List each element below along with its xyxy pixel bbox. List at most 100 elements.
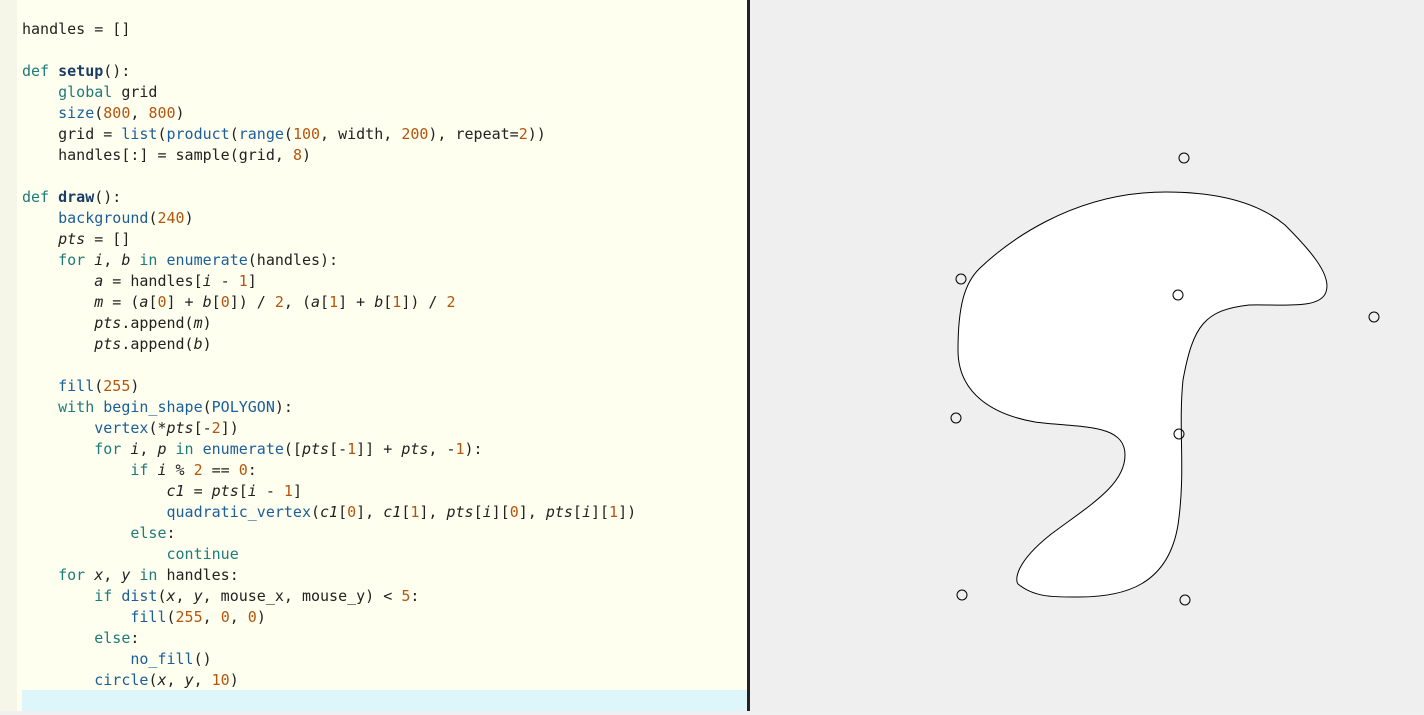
- code-line[interactable]: with begin_shape(POLYGON):: [22, 397, 293, 418]
- line-number: 0: [0, 208, 6, 229]
- code-token: 2: [446, 293, 456, 311]
- code-token: product: [166, 125, 230, 143]
- code-line[interactable]: handles[:] = sample(grid, 8): [22, 145, 311, 166]
- code-line[interactable]: continue: [22, 544, 239, 565]
- sketch-canvas[interactable]: [750, 0, 1424, 711]
- code-token: pts: [211, 482, 239, 500]
- code-line[interactable]: handles = []: [22, 19, 130, 40]
- line-number: 6: [0, 544, 6, 565]
- code-token: for: [58, 251, 86, 269]
- code-token: ): [202, 335, 212, 353]
- code-token: (: [229, 125, 239, 143]
- code-token: 2: [274, 293, 284, 311]
- code-token: (): [193, 650, 212, 668]
- code-line[interactable]: size(800, 800): [22, 103, 184, 124]
- code-token: :: [166, 524, 176, 542]
- code-token: 0: [220, 608, 230, 626]
- code-line[interactable]: c1 = pts[i - 1]: [22, 481, 302, 502]
- code-line[interactable]: else:: [22, 628, 139, 649]
- code-token: c1: [383, 503, 402, 521]
- code-line[interactable]: pts.append(m): [22, 313, 211, 334]
- code-token: a: [94, 272, 104, 290]
- code-token: :: [410, 587, 420, 605]
- line-number: 5: [0, 313, 6, 334]
- line-number: 2: [0, 460, 6, 481]
- code-line[interactable]: global grid: [22, 82, 157, 103]
- code-token: 100: [292, 125, 321, 143]
- code-token: = (: [103, 293, 140, 311]
- code-line[interactable]: else:: [22, 523, 176, 544]
- code-line[interactable]: if dist(x, y, mouse_x, mouse_y) < 5:: [22, 586, 419, 607]
- code-token: y: [184, 671, 194, 689]
- code-token: no_fill: [130, 650, 194, 668]
- handle-circle[interactable]: [1178, 152, 1190, 164]
- handle-circle[interactable]: [956, 589, 968, 601]
- code-token: ,: [175, 587, 194, 605]
- code-line[interactable]: if i % 2 == 0:: [22, 460, 256, 481]
- code-token: 1: [609, 503, 619, 521]
- code-line[interactable]: fill(255): [22, 376, 139, 397]
- code-token: %: [166, 461, 194, 479]
- code-line[interactable]: m = (a[0] + b[0]) / 2, (a[1] + b[1]) / 2: [22, 292, 456, 313]
- code-line[interactable]: def setup():: [22, 61, 130, 82]
- code-line[interactable]: fill(255, 0, 0): [22, 607, 265, 628]
- code-token: ,: [103, 566, 122, 584]
- code-token: ): [130, 377, 140, 395]
- line-number: 7: [0, 145, 6, 166]
- code-token: 10: [211, 671, 230, 689]
- code-token: 5: [401, 587, 411, 605]
- code-token: ,: [139, 440, 158, 458]
- code-line[interactable]: for x, y in handles:: [22, 565, 239, 586]
- code-line[interactable]: background(240): [22, 208, 193, 229]
- code-token: pts: [94, 314, 122, 332]
- code-editor[interactable]: 0123456789012345678901234567890123 handl…: [0, 0, 748, 711]
- code-token: [: [238, 482, 248, 500]
- code-token: ][: [491, 503, 510, 521]
- line-number: 7: [0, 565, 6, 586]
- code-line[interactable]: pts.append(b): [22, 334, 212, 355]
- handle-circle[interactable]: [1368, 311, 1380, 323]
- code-line[interactable]: vertex(*pts[-2]): [22, 418, 239, 439]
- code-line[interactable]: no_fill(): [22, 649, 212, 670]
- code-token: .append(: [121, 335, 194, 353]
- code-token: ,: [130, 104, 149, 122]
- line-number: 2: [0, 40, 6, 61]
- code-line[interactable]: for i, p in enumerate([pts[-1]] + pts, -…: [22, 439, 482, 460]
- code-line[interactable]: def draw():: [22, 187, 121, 208]
- code-line[interactable]: grid = list(product(range(100, width, 20…: [22, 124, 546, 145]
- code-line[interactable]: circle(x, y, 10): [22, 670, 239, 691]
- code-token: 0: [238, 461, 248, 479]
- code-token: with: [58, 398, 95, 416]
- code-token: 1: [238, 272, 248, 290]
- handle-circle[interactable]: [955, 273, 967, 285]
- code-token: :: [130, 629, 140, 647]
- code-line[interactable]: pts = []: [22, 229, 130, 250]
- code-token: pts: [94, 335, 122, 353]
- code-token: a: [311, 293, 321, 311]
- line-number: 9: [0, 187, 6, 208]
- line-number: 4: [0, 502, 6, 523]
- code-token: else: [130, 524, 167, 542]
- code-token: = []: [85, 230, 131, 248]
- code-line[interactable]: quadratic_vertex(c1[0], c1[1], pts[i][0]…: [22, 502, 637, 523]
- code-token: handles:: [157, 566, 239, 584]
- handle-circle[interactable]: [950, 412, 962, 424]
- code-token: def: [22, 188, 59, 206]
- code-line[interactable]: a = handles[i - 1]: [22, 271, 257, 292]
- code-token: 2: [518, 125, 528, 143]
- code-line[interactable]: for i, b in enumerate(handles):: [22, 250, 338, 271]
- handle-circle[interactable]: [1179, 594, 1191, 606]
- code-token: y: [193, 587, 203, 605]
- code-token: 0: [157, 293, 167, 311]
